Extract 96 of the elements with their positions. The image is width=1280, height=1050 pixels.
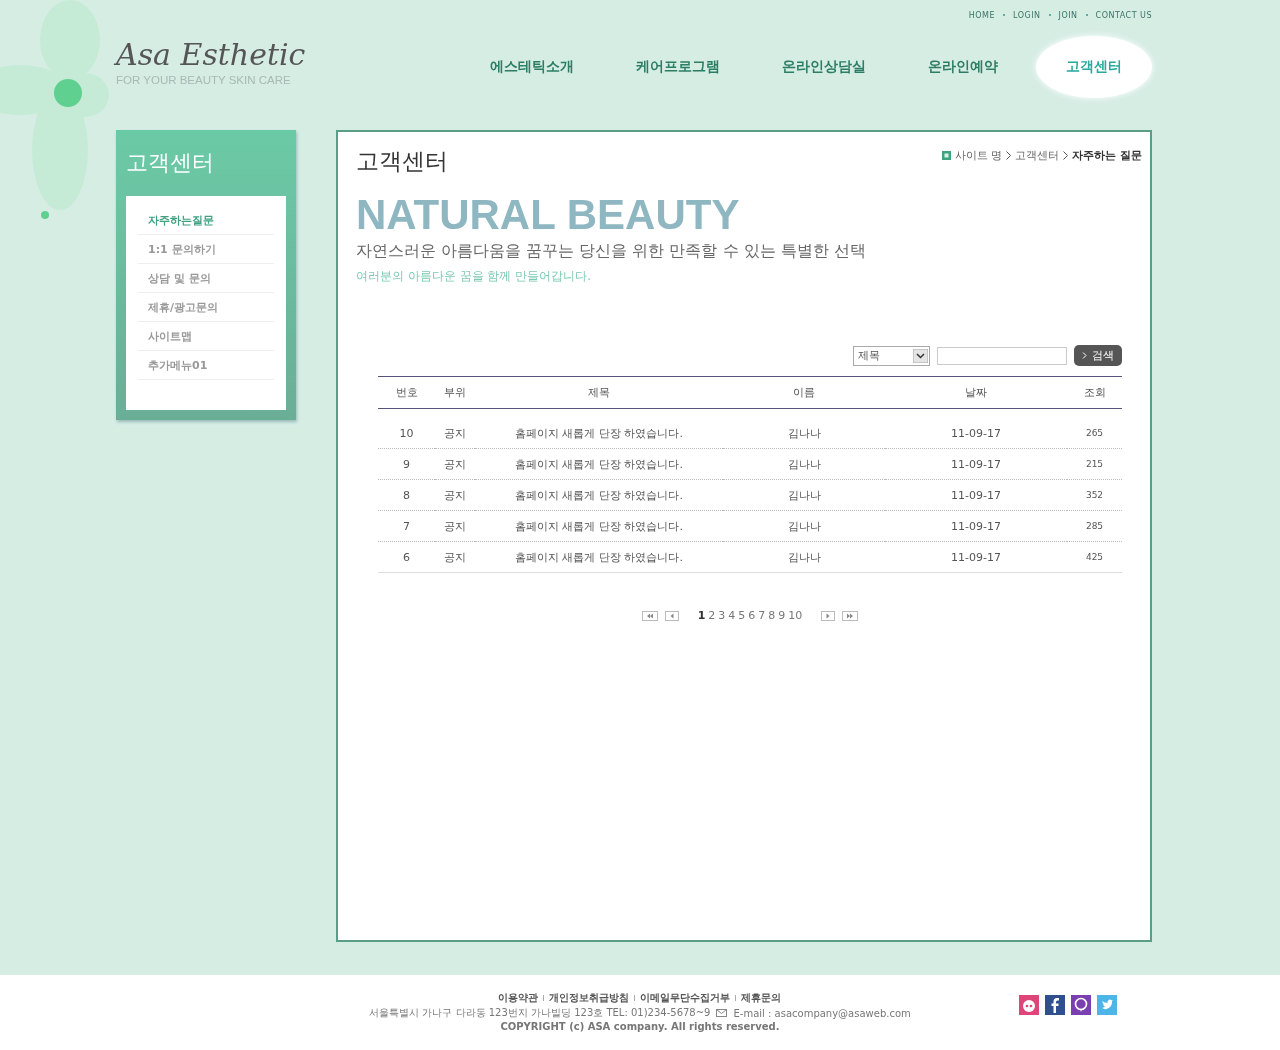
table-cell: 공지 — [435, 408, 475, 449]
breadcrumb-link[interactable]: 고객센터 — [1015, 148, 1060, 163]
footer-link[interactable]: 이메일무단수집거부 — [640, 991, 731, 1005]
column-header: 제목 — [475, 376, 723, 409]
page-number[interactable]: 2 — [708, 609, 716, 622]
chevron-right-icon — [1063, 151, 1069, 160]
table-cell: 김나나 — [723, 479, 885, 511]
face-icon[interactable] — [1019, 995, 1039, 1015]
sidebar-title: 고객센터 — [125, 149, 215, 177]
table-cell: 7 — [378, 510, 435, 542]
table-cell: 김나나 — [723, 408, 885, 449]
table-cell: 265 — [1067, 408, 1122, 449]
table-cell: 8 — [378, 479, 435, 511]
banner-headline: NATURAL BEAUTY — [356, 191, 740, 239]
table-cell[interactable]: 홈페이지 새롭게 단장 하였습니다. — [475, 448, 723, 480]
dropdown-arrow-icon — [913, 348, 928, 363]
bird-icon[interactable] — [1097, 995, 1117, 1015]
separator-icon — [634, 995, 636, 1001]
table-cell: 425 — [1067, 541, 1122, 573]
home-square-icon — [941, 151, 951, 160]
table-cell: 11-09-17 — [885, 541, 1067, 573]
page-number[interactable]: 4 — [728, 609, 736, 622]
column-header: 날짜 — [885, 376, 1067, 409]
sidebar-item[interactable]: 1:1 문의하기 — [138, 235, 274, 264]
sidebar-item[interactable]: 상담 및 문의 — [138, 264, 274, 293]
previous-page-icon[interactable] — [664, 610, 679, 621]
envelope-icon — [716, 1009, 728, 1017]
table-cell: 10 — [378, 408, 435, 449]
table-cell: 11-09-17 — [885, 479, 1067, 511]
column-header: 부위 — [435, 376, 475, 409]
footer-link[interactable]: 제휴문의 — [741, 991, 782, 1005]
breadcrumb-link[interactable]: 사이트 명 — [954, 148, 1003, 163]
search-category-select[interactable]: 제목 — [853, 345, 930, 366]
next-page-icon[interactable] — [821, 610, 836, 621]
footer-link[interactable]: 개인정보취급방침 — [549, 991, 630, 1005]
table-cell: 352 — [1067, 479, 1122, 511]
table-cell: 공지 — [435, 510, 475, 542]
address-text: 서울특별시 가나구 다라동 123번지 가나빌딩 123호 TEL: 01)234-5678~9 — [369, 1006, 711, 1020]
top-link[interactable]: CONTACT US — [1095, 10, 1152, 20]
copyright-text: COPYRIGHT (c) ASA company. All rights reserved. — [500, 1021, 780, 1032]
table-cell: 김나나 — [723, 510, 885, 542]
last-page-icon[interactable] — [842, 610, 859, 621]
page-number[interactable]: 5 — [738, 609, 746, 622]
column-header: 번호 — [378, 376, 435, 409]
sidebar-item[interactable]: 자주하는질문 — [138, 206, 274, 235]
table-cell[interactable]: 홈페이지 새롭게 단장 하였습니다. — [475, 541, 723, 573]
search-input-field[interactable] — [937, 346, 1067, 365]
table-cell: 285 — [1067, 510, 1122, 542]
nav-menu-item[interactable]: 에스테틱소개 — [466, 38, 598, 96]
sidebar-item[interactable]: 제휴/광고문의 — [138, 293, 274, 322]
table-cell: 김나나 — [723, 541, 885, 573]
table-cell: 9 — [378, 448, 435, 480]
footer-link[interactable]: 이용약관 — [498, 991, 539, 1005]
column-header: 조회 — [1067, 376, 1122, 409]
table-cell[interactable]: 홈페이지 새롭게 단장 하였습니다. — [475, 408, 723, 449]
page-number[interactable]: 9 — [778, 609, 786, 622]
nav-menu-item[interactable]: 케어프로그램 — [612, 38, 744, 96]
banner-caption: 여러분의 아름다운 꿈을 함께 만들어갑니다. — [356, 268, 593, 285]
page-number[interactable]: 10 — [788, 609, 803, 622]
table-cell: 김나나 — [723, 448, 885, 480]
separator-icon — [735, 995, 737, 1001]
table-cell: 공지 — [435, 448, 475, 480]
breadcrumb-link[interactable]: 자주하는 질문 — [1072, 148, 1142, 163]
table-cell: 공지 — [435, 479, 475, 511]
separator-icon — [543, 995, 545, 1001]
first-page-icon[interactable] — [641, 610, 658, 621]
search-button[interactable]: 검색 — [1074, 345, 1122, 366]
table-cell: 6 — [378, 541, 435, 573]
facebook-icon[interactable] — [1045, 995, 1065, 1015]
table-cell: 11-09-17 — [885, 408, 1067, 449]
table-cell: 11-09-17 — [885, 448, 1067, 480]
table-cell: 215 — [1067, 448, 1122, 480]
top-link[interactable]: HOME — [968, 10, 996, 20]
speech-bubble-icon[interactable] — [1071, 995, 1091, 1015]
page-title: 고객센터 — [356, 147, 448, 176]
page-number[interactable]: 3 — [718, 609, 726, 622]
sidebar-item[interactable]: 추가메뉴01 — [138, 351, 274, 380]
page-number[interactable]: 6 — [748, 609, 756, 622]
chevron-right-icon — [1006, 151, 1012, 160]
table-cell: 공지 — [435, 541, 475, 573]
banner-subtitle: 자연스러운 아름다움을 꿈꾸는 당신을 위한 만족할 수 있는 특별한 선택 — [356, 241, 867, 262]
page-number[interactable]: 8 — [768, 609, 776, 622]
sidebar-item[interactable]: 사이트맵 — [138, 322, 274, 351]
page-number[interactable]: 1 — [697, 609, 706, 622]
nav-menu-item[interactable]: 고객센터 — [1036, 36, 1152, 98]
table-cell[interactable]: 홈페이지 새롭게 단장 하였습니다. — [475, 479, 723, 511]
table-cell[interactable]: 홈페이지 새롭게 단장 하였습니다. — [475, 510, 723, 542]
email-text: E-mail : asacompany@asaweb.com — [733, 1007, 911, 1019]
top-link[interactable]: JOIN — [1058, 10, 1078, 20]
nav-menu-item[interactable]: 온라인상담실 — [758, 38, 890, 96]
column-header: 이름 — [723, 376, 885, 409]
page-number[interactable]: 7 — [758, 609, 766, 622]
chevron-right-icon — [1082, 352, 1087, 359]
table-cell: 11-09-17 — [885, 510, 1067, 542]
top-link[interactable]: LOGIN — [1013, 10, 1041, 20]
nav-menu-item[interactable]: 온라인예약 — [904, 38, 1022, 96]
